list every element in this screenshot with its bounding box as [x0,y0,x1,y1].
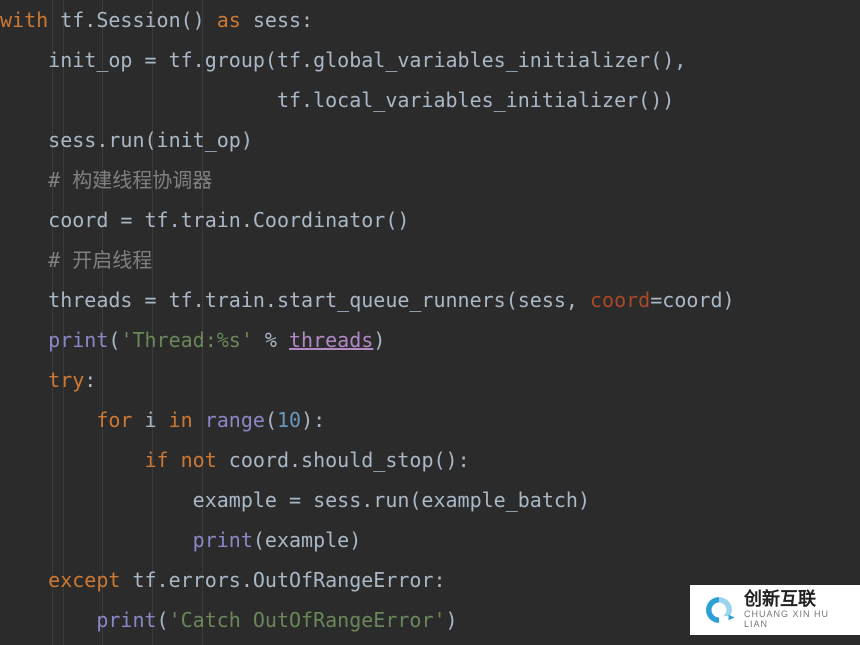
code-block: with tf.Session() as sess: init_op = tf.… [0,0,860,640]
code-token: coord [590,288,650,312]
code-token: ) [373,328,385,352]
code-line: threads = tf.train.start_queue_runners(s… [0,280,860,320]
code-token: sess: [241,8,313,32]
code-line: if not coord.should_stop(): [0,440,860,480]
code-token [0,248,48,272]
code-line: # 开启线程 [0,240,860,280]
code-token: print [96,608,156,632]
code-token [0,408,96,432]
code-token: i [132,408,168,432]
code-token: (example) [253,528,361,552]
code-token: threads [289,328,373,352]
code-token: as [217,8,241,32]
code-token [0,368,48,392]
code-token: ( [265,408,277,432]
code-line: for i in range(10): [0,400,860,440]
code-token: 'Catch OutOfRangeError' [169,608,446,632]
code-token: range [205,408,265,432]
code-token: try [48,368,84,392]
code-token [0,168,48,192]
code-token [0,608,96,632]
code-line: print(example) [0,520,860,560]
code-token [0,328,48,352]
code-token: =coord) [650,288,734,312]
code-token: 'Thread:%s' [120,328,252,352]
code-token [0,528,193,552]
code-line: print('Thread:%s' % threads) [0,320,860,360]
code-token: tf.local_variables_initializer()) [0,88,674,112]
watermark-text-en: CHUANG XIN HU LIAN [744,610,850,630]
code-token: : [84,368,96,392]
code-line: # 构建线程协调器 [0,160,860,200]
code-token [193,408,205,432]
code-token: tf.Session() [48,8,217,32]
code-line: try: [0,360,860,400]
code-token: example = sess.run(example_batch) [0,488,590,512]
code-token [169,448,181,472]
watermark-logo-icon [702,593,736,627]
code-token: for [96,408,132,432]
code-token: except [48,568,120,592]
code-token: print [193,528,253,552]
code-token: ) [446,608,458,632]
code-line: tf.local_variables_initializer()) [0,80,860,120]
watermark-text-cn: 创新互联 [744,590,850,610]
code-line: with tf.Session() as sess: [0,0,860,40]
code-token [0,568,48,592]
code-token: with [0,8,48,32]
code-line: init_op = tf.group(tf.global_variables_i… [0,40,860,80]
code-token [0,448,145,472]
watermark: 创新互联 CHUANG XIN HU LIAN [690,585,860,635]
code-token: ): [301,408,325,432]
code-line: sess.run(init_op) [0,120,860,160]
code-token: # 开启线程 [48,248,152,272]
code-token: in [169,408,193,432]
code-token: ( [157,608,169,632]
code-token: sess.run(init_op) [0,128,253,152]
code-token: coord.should_stop(): [217,448,470,472]
code-token: init_op = tf.group(tf.global_variables_i… [0,48,686,72]
code-token: # 构建线程协调器 [48,168,212,192]
code-line: example = sess.run(example_batch) [0,480,860,520]
code-token: % [253,328,289,352]
code-line: coord = tf.train.Coordinator() [0,200,860,240]
code-token: tf.errors.OutOfRangeError: [120,568,445,592]
code-token: 10 [277,408,301,432]
code-token: coord = tf.train.Coordinator() [0,208,409,232]
code-token: print [48,328,108,352]
code-token: threads = tf.train.start_queue_runners(s… [0,288,590,312]
code-token: not [181,448,217,472]
code-token: ( [108,328,120,352]
code-token: if [145,448,169,472]
